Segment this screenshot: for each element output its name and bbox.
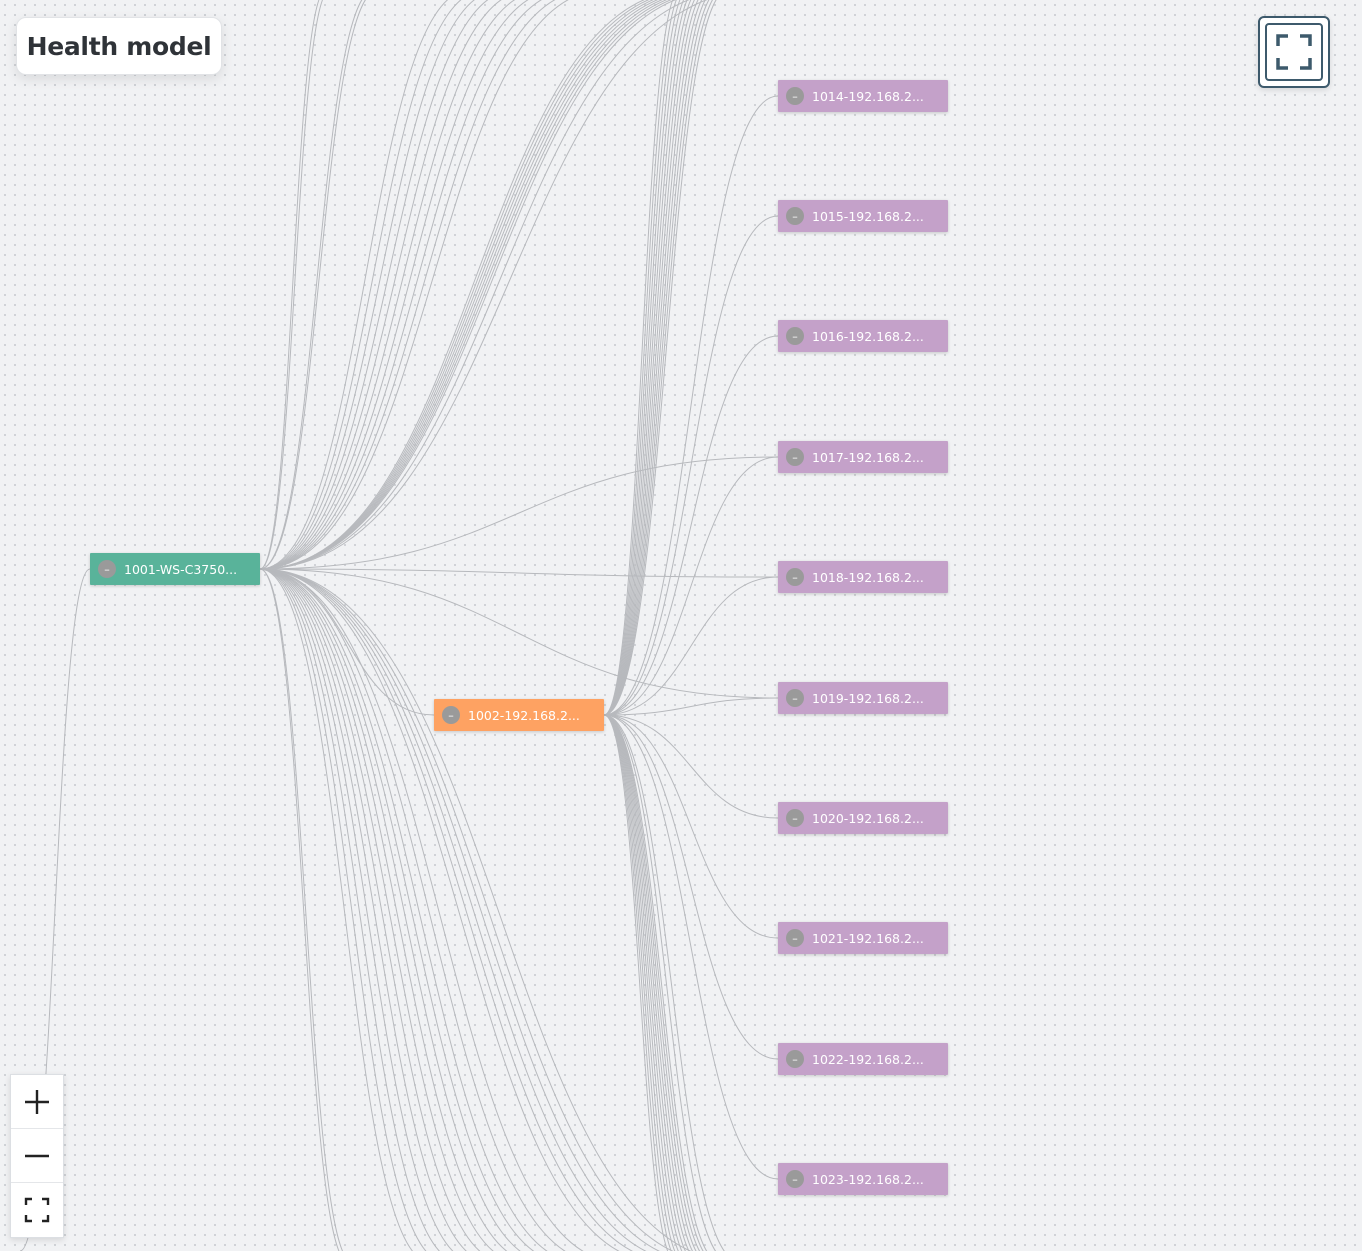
- node-1019[interactable]: – 1019-192.168.2...: [778, 682, 948, 714]
- page-title: Health model: [26, 31, 212, 61]
- node-1016[interactable]: – 1016-192.168.2...: [778, 320, 948, 352]
- node-label: 1023-192.168.2...: [812, 1171, 924, 1187]
- zoom-out-button[interactable]: [11, 1129, 63, 1183]
- fit-screen-icon: [24, 1197, 50, 1222]
- minus-icon: [25, 1154, 49, 1157]
- graph-edge: [603, 0, 699, 716]
- collapse-icon[interactable]: –: [786, 1170, 804, 1188]
- node-label: 1021-192.168.2...: [812, 930, 924, 946]
- graph-edge: [603, 0, 717, 716]
- zoom-controls: [10, 1074, 64, 1238]
- node-label: 1016-192.168.2...: [812, 328, 924, 344]
- graph-edge: [603, 0, 684, 716]
- graph-edge: [259, 0, 516, 570]
- graph-edge: [259, 568, 621, 1251]
- graph-edge: [603, 714, 679, 1251]
- node-1001[interactable]: – 1001-WS-C3750...: [90, 553, 260, 585]
- graph-canvas[interactable]: [0, 0, 1362, 1251]
- collapse-icon[interactable]: –: [786, 87, 804, 105]
- node-label: 1020-192.168.2...: [812, 810, 924, 826]
- graph-edge: [259, 568, 468, 1251]
- graph-edge: [259, 568, 779, 578]
- graph-edge: [603, 0, 692, 716]
- graph-edge: [259, 0, 323, 570]
- graph-edge: [603, 0, 695, 716]
- collapse-icon[interactable]: –: [786, 809, 804, 827]
- fullscreen-icon: [1265, 23, 1323, 81]
- node-1014[interactable]: – 1014-192.168.2...: [778, 80, 948, 112]
- collapse-icon[interactable]: –: [786, 568, 804, 586]
- graph-edge: [259, 0, 570, 570]
- graph-edge: [259, 568, 441, 1251]
- graph-edge: [603, 0, 681, 716]
- fullscreen-button[interactable]: [1258, 16, 1330, 88]
- graph-edge: [259, 568, 508, 1251]
- collapse-icon[interactable]: –: [786, 327, 804, 345]
- node-1017[interactable]: – 1017-192.168.2...: [778, 441, 948, 473]
- graph-edge: [603, 714, 676, 1251]
- graph-edge: [259, 568, 675, 1251]
- graph-edge: [603, 714, 672, 1251]
- graph-edge: [603, 0, 710, 716]
- fit-screen-button[interactable]: [11, 1183, 63, 1236]
- zoom-in-button[interactable]: [11, 1075, 63, 1129]
- collapse-icon[interactable]: –: [786, 448, 804, 466]
- health-model-title-card: Health model: [16, 17, 222, 75]
- collapse-icon[interactable]: –: [786, 929, 804, 947]
- collapse-icon[interactable]: –: [786, 689, 804, 707]
- graph-edge: [259, 568, 344, 1251]
- graph-edge: [259, 568, 481, 1251]
- graph-edge: [259, 0, 363, 570]
- node-1002[interactable]: – 1002-192.168.2...: [434, 699, 604, 731]
- graph-edges: [19, 0, 779, 1251]
- graph-edge: [259, 0, 530, 570]
- node-label: 1017-192.168.2...: [812, 449, 924, 465]
- graph-edge: [259, 0, 655, 570]
- node-label: 1022-192.168.2...: [812, 1051, 924, 1067]
- graph-edge: [259, 0, 646, 570]
- node-1022[interactable]: – 1022-192.168.2...: [778, 1043, 948, 1075]
- graph-edge: [259, 568, 454, 1251]
- node-1021[interactable]: – 1021-192.168.2...: [778, 922, 948, 954]
- graph-edge: [259, 0, 476, 570]
- graph-edge: [259, 0, 543, 570]
- node-1015[interactable]: – 1015-192.168.2...: [778, 200, 948, 232]
- collapse-icon[interactable]: –: [786, 207, 804, 225]
- graph-edge: [603, 714, 717, 1251]
- node-label: 1019-192.168.2...: [812, 690, 924, 706]
- graph-edge: [259, 0, 556, 570]
- node-1020[interactable]: – 1020-192.168.2...: [778, 802, 948, 834]
- plus-icon: [25, 1089, 49, 1114]
- graph-edge: [603, 714, 690, 1251]
- node-label: 1014-192.168.2...: [812, 88, 924, 104]
- graph-edge: [603, 0, 677, 716]
- collapse-icon[interactable]: –: [442, 706, 460, 724]
- node-label: 1001-WS-C3750...: [124, 561, 238, 577]
- graph-edge: [603, 714, 697, 1251]
- node-1023[interactable]: – 1023-192.168.2...: [778, 1163, 948, 1195]
- collapse-icon[interactable]: –: [98, 560, 116, 578]
- graph-edge: [603, 0, 713, 716]
- node-label: 1015-192.168.2...: [812, 208, 924, 224]
- node-1018[interactable]: – 1018-192.168.2...: [778, 561, 948, 593]
- node-label: 1018-192.168.2...: [812, 569, 924, 585]
- node-label: 1002-192.168.2...: [468, 707, 580, 723]
- collapse-icon[interactable]: –: [786, 1050, 804, 1068]
- graph-edge: [259, 0, 449, 570]
